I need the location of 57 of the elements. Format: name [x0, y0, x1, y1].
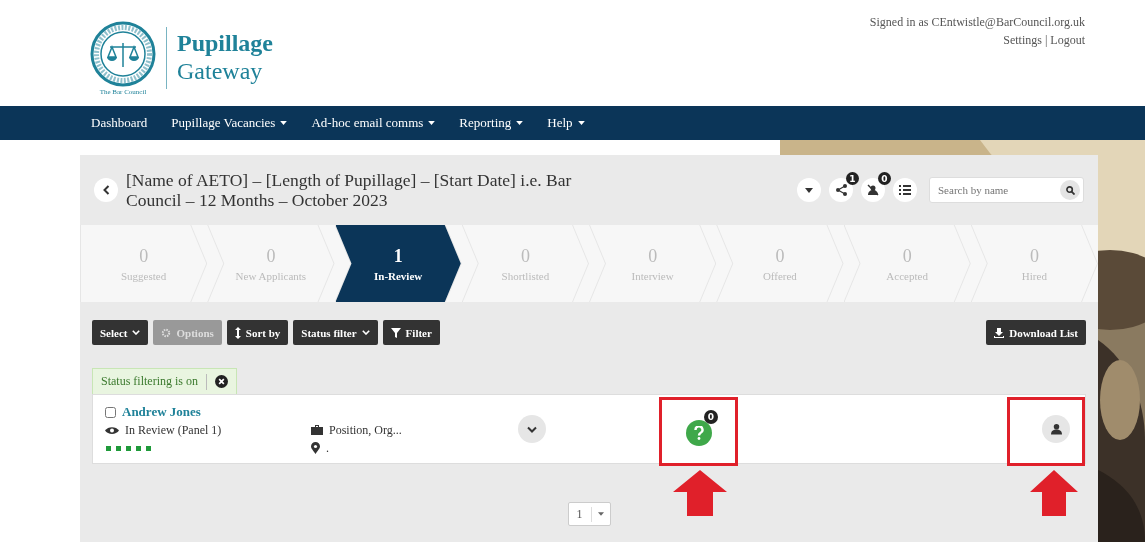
app-subtitle: Gateway	[177, 58, 264, 86]
chevron-down-icon	[527, 425, 537, 433]
list-view-button[interactable]	[893, 178, 917, 202]
clear-filter-button[interactable]	[215, 375, 228, 388]
caret-icon	[597, 512, 604, 516]
app-title: Pupillage	[177, 30, 273, 58]
up-arrow-icon	[1030, 470, 1078, 516]
settings-link[interactable]: Settings	[1003, 33, 1042, 47]
search-icon	[1065, 185, 1075, 195]
location-pin-icon	[311, 442, 320, 454]
caret-icon	[361, 330, 370, 335]
expand-button[interactable]	[518, 415, 546, 443]
count-badge: 0	[878, 172, 891, 185]
nav-menu-item[interactable]: Help	[547, 115, 585, 131]
profile-button[interactable]	[1042, 415, 1070, 443]
caret-button[interactable]	[797, 178, 821, 202]
caret-icon	[132, 330, 141, 335]
link-separator: |	[1044, 33, 1048, 47]
toolbar-button[interactable]: Select	[92, 320, 149, 345]
applicant-location: .	[326, 440, 329, 456]
question-button[interactable]	[686, 420, 712, 446]
toolbar-button[interactable]: Status filter	[293, 320, 378, 345]
toolbar-button[interactable]: Filter	[382, 320, 440, 345]
applicant-status: In Review (Panel 1)	[125, 422, 222, 438]
download-icon	[994, 327, 1005, 338]
share-icon	[835, 184, 847, 196]
up-arrow-icon	[673, 470, 727, 516]
signed-in-text: Signed in as CEntwistle@BarCouncil.org.uk	[869, 14, 1085, 31]
sort-icon	[234, 326, 241, 339]
filter-status-text: Status filtering is on	[101, 374, 198, 389]
count-badge: 0	[704, 410, 718, 424]
list-icon	[899, 185, 911, 195]
user-slash-icon	[867, 184, 879, 196]
page-selector[interactable]: 1	[567, 502, 611, 526]
applicant-position: Position, Org...	[329, 422, 402, 438]
briefcase-icon	[311, 425, 323, 435]
vacancy-title: [Name of AETO] – [Length of Pupillage] – [Start Date] i.e. Bar Council – 12 Months – October 2023	[126, 169, 573, 211]
download-list-button[interactable]: Download List	[986, 320, 1086, 345]
scales-seal-icon	[90, 20, 156, 87]
count-badge: 1	[846, 172, 859, 185]
select-checkbox[interactable]	[105, 406, 116, 418]
nav-menu-item[interactable]: Pupillage Vacancies	[171, 115, 288, 131]
gear-icon	[161, 327, 172, 338]
pipeline-stage-tab[interactable]: 1 In-Review	[334, 225, 462, 302]
nav-menu-item[interactable]: Dashboard	[91, 115, 148, 131]
question-mark-icon	[694, 426, 704, 440]
logout-link[interactable]: Logout	[1050, 33, 1085, 47]
filter-icon	[390, 327, 401, 338]
applicant-name-link[interactable]: Andrew Jones	[122, 404, 201, 420]
nav-menu-item[interactable]: Ad-hoc email comms	[311, 115, 436, 131]
search-field[interactable]: Search by name	[929, 177, 1084, 203]
back-button[interactable]	[94, 178, 118, 202]
toolbar-button[interactable]: Sort by	[226, 320, 289, 345]
nav-menu-item[interactable]: Reporting	[459, 115, 524, 131]
eye-icon	[105, 425, 119, 435]
person-icon	[1050, 423, 1062, 435]
chevron-left-icon	[102, 185, 110, 195]
